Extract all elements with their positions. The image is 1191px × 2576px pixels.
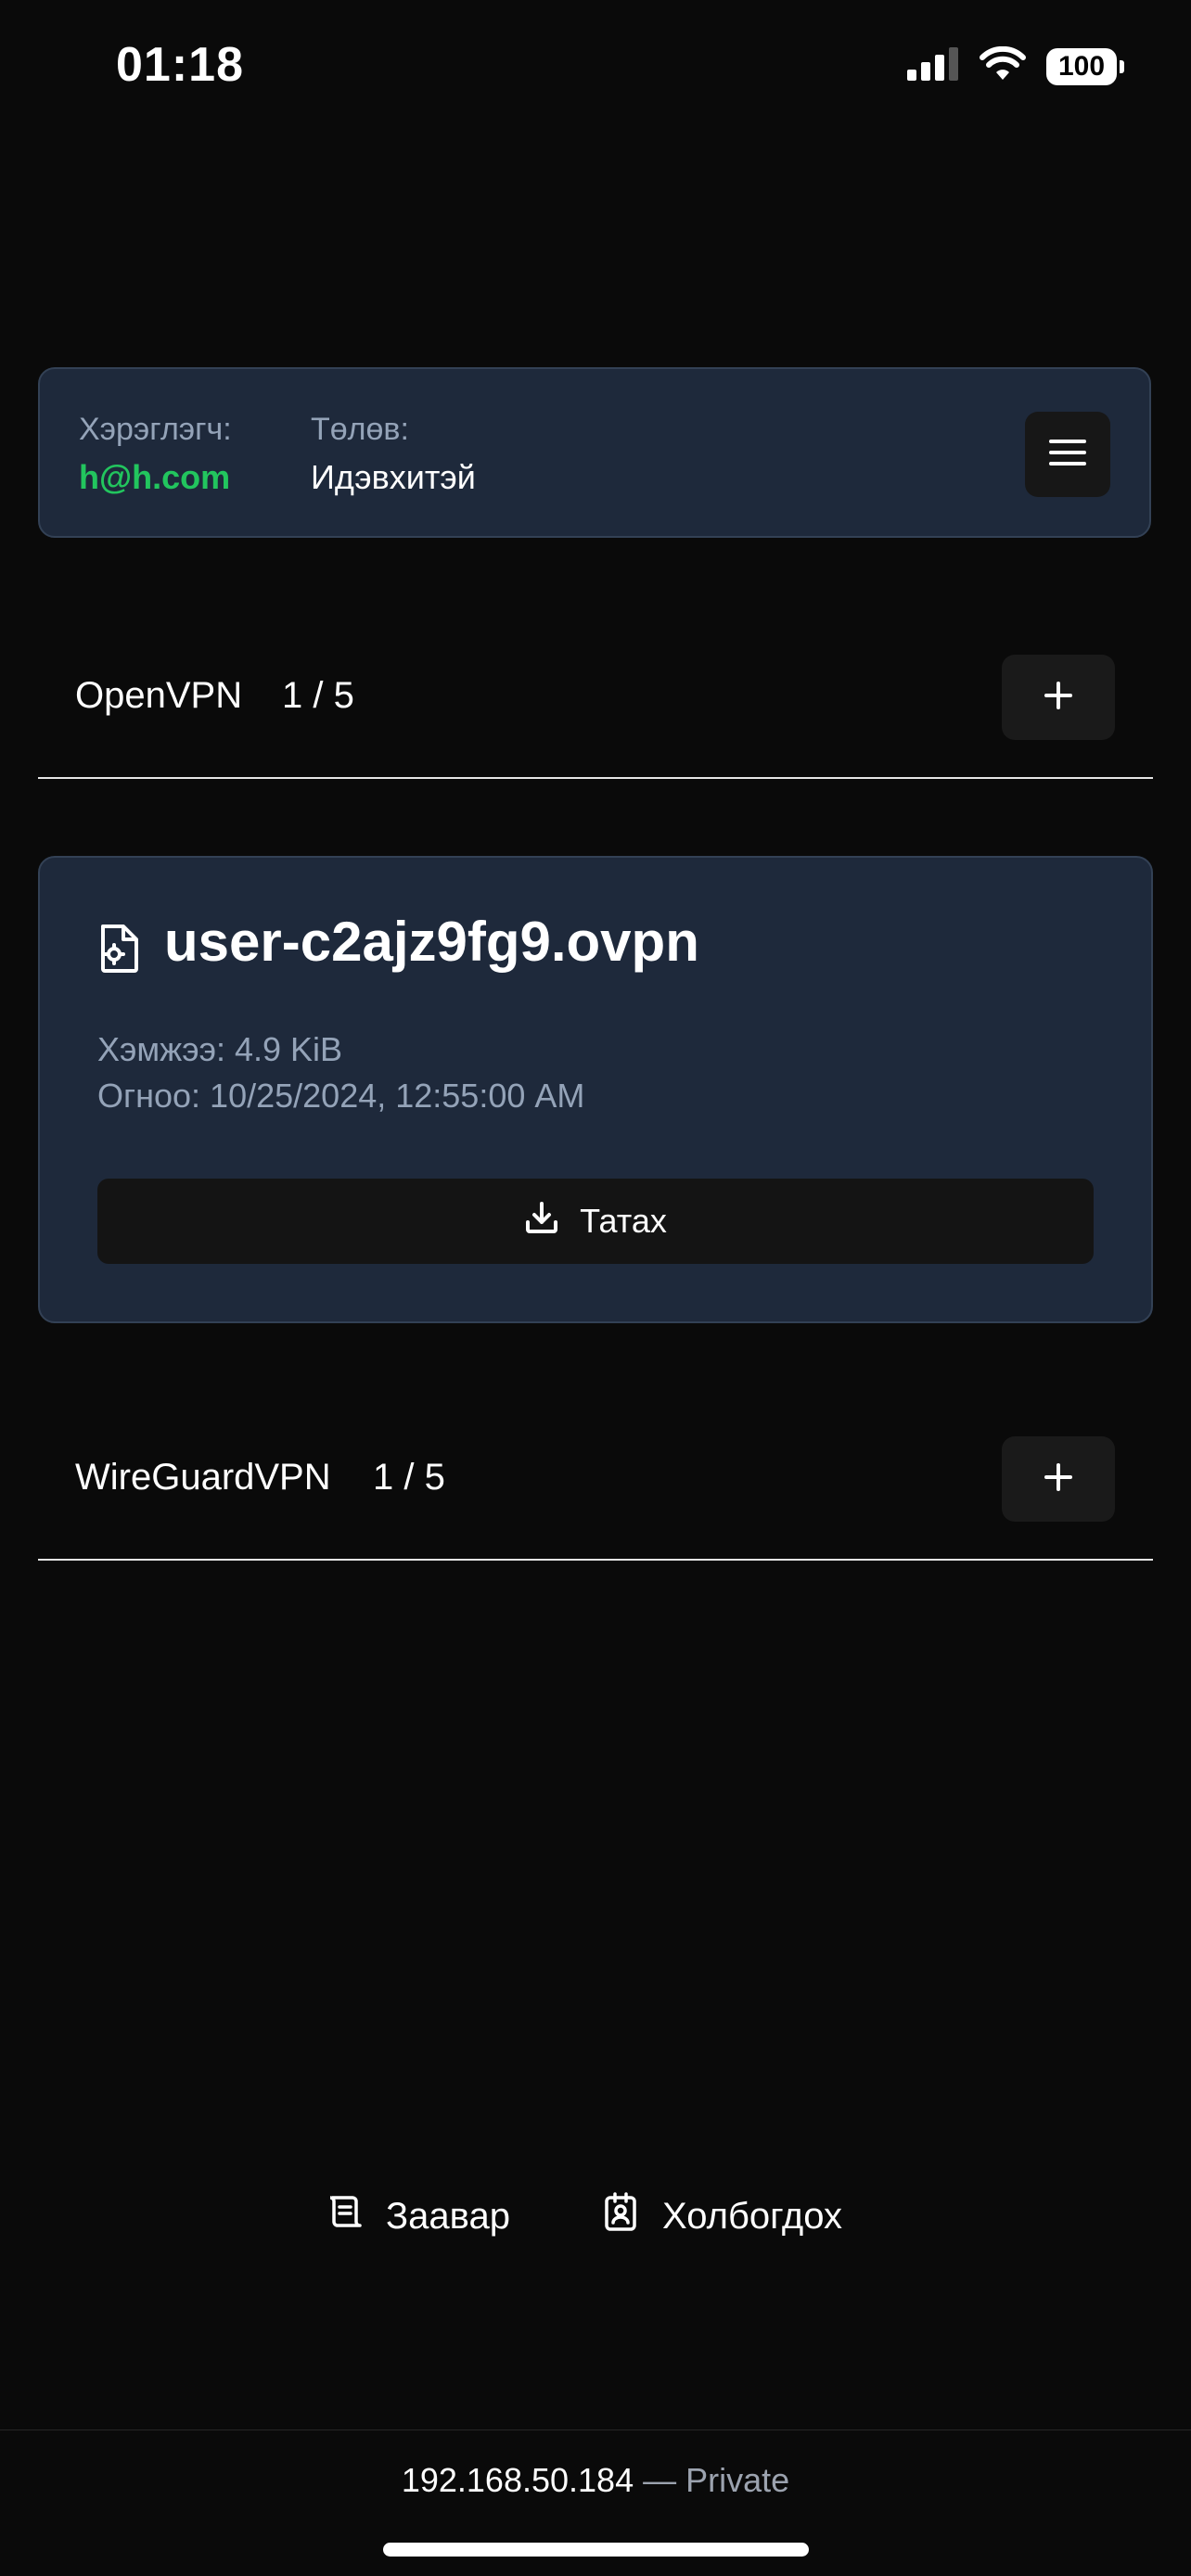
signal-icon [907, 47, 959, 85]
guide-link[interactable]: Заавар [325, 2192, 510, 2240]
download-label: Татах [580, 1202, 667, 1240]
plus-icon [1044, 681, 1072, 714]
openvpn-divider [38, 777, 1153, 779]
wireguard-divider [38, 1559, 1153, 1561]
contact-icon [601, 2192, 640, 2240]
wireguard-count: 1 / 5 [373, 1457, 445, 1498]
user-info-panel: Хэрэглэгч: h@h.com Төлөв: Идэвхитэй [38, 367, 1151, 538]
openvpn-title: OpenVPN [75, 675, 243, 716]
user-email: h@h.com [79, 458, 231, 496]
contact-link[interactable]: Холбогдох [601, 2192, 842, 2240]
scroll-icon [325, 2192, 364, 2240]
download-button[interactable]: Татах [97, 1179, 1094, 1264]
status-value: Идэвхитэй [311, 458, 476, 496]
ip-address: 192.168.50.184 [401, 2461, 634, 2499]
home-indicator[interactable] [383, 2543, 809, 2557]
ip-type: — Private [643, 2461, 790, 2499]
file-date: Огноо: 10/25/2024, 12:55:00 AM [97, 1077, 585, 1115]
bottom-bar-border [0, 2429, 1191, 2430]
add-openvpn-button[interactable] [1002, 655, 1115, 740]
status-time: 01:18 [116, 38, 244, 92]
status-label: Төлөв: [311, 412, 409, 447]
menu-button[interactable] [1025, 412, 1110, 497]
plus-icon [1044, 1462, 1072, 1496]
guide-label: Заавар [386, 2195, 510, 2237]
ovpn-file-card: user-c2ajz9fg9.ovpn Хэмжээ: 4.9 KiB Огно… [38, 856, 1153, 1323]
file-settings-icon [97, 923, 142, 979]
wifi-icon [980, 45, 1026, 86]
file-name: user-c2ajz9fg9.ovpn [164, 911, 699, 973]
wireguard-title: WireGuardVPN [75, 1457, 331, 1498]
openvpn-count: 1 / 5 [282, 675, 354, 716]
user-label: Хэрэглэгч: [79, 412, 232, 447]
add-wireguard-button[interactable] [1002, 1436, 1115, 1522]
ip-address-line: 192.168.50.184 — Private [0, 2461, 1191, 2500]
file-size: Хэмжээ: 4.9 KiB [97, 1030, 343, 1068]
contact-label: Холбогдох [662, 2195, 843, 2237]
battery-icon: 100 [1046, 47, 1124, 85]
download-icon [524, 1200, 559, 1243]
hamburger-menu-icon [1049, 438, 1086, 472]
status-icons: 100 [907, 45, 1124, 86]
